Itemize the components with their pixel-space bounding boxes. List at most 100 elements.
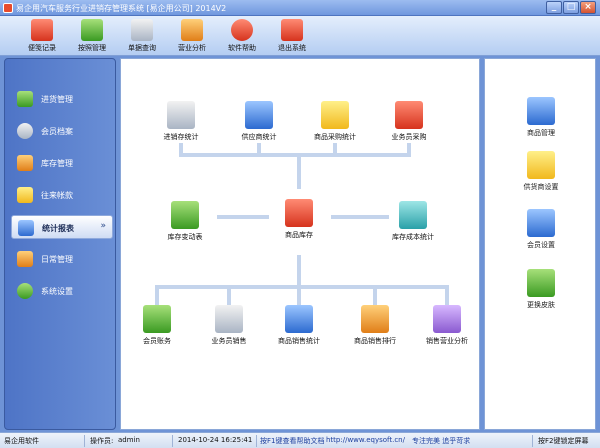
- members-icon: [17, 123, 33, 139]
- toolbar: 便笺记录 按照管理 单据查询 营业分析 软件帮助 退出系统: [0, 16, 600, 56]
- toolbar-analysis-button[interactable]: 营业分析: [172, 19, 212, 55]
- magnifier-icon: [131, 19, 153, 41]
- report-node-label: 库存变动表: [167, 233, 203, 241]
- supplier-settings-icon: [527, 151, 555, 179]
- connector: [179, 143, 183, 157]
- stats-icon: [18, 220, 34, 236]
- product-manage-icon: [527, 97, 555, 125]
- report-node-supplier-stats[interactable]: 供应商统计: [221, 101, 297, 142]
- connector: [297, 157, 301, 189]
- connector: [407, 143, 411, 157]
- quick-item-supplier-settings[interactable]: 供货商设置: [501, 151, 581, 192]
- sales-stat-icon: [285, 305, 313, 333]
- users-icon: [81, 19, 103, 41]
- status-divider: [532, 435, 533, 447]
- sidebar-item-purchase[interactable]: 进货管理: [11, 87, 113, 111]
- report-node-stock-cost[interactable]: 库存成本统计: [375, 201, 451, 242]
- toolbar-notes-button[interactable]: 便笺记录: [22, 19, 62, 55]
- sidebar-item-label: 日常管理: [41, 255, 73, 264]
- sidebar-item-label: 往来帐款: [41, 191, 73, 200]
- report-node-label: 业务员采购: [391, 133, 427, 141]
- toolbar-exit-button[interactable]: 退出系统: [272, 19, 312, 55]
- toolbar-staff-button[interactable]: 按照管理: [72, 19, 112, 55]
- report-node-inventory-stats[interactable]: 进销存统计: [143, 101, 219, 142]
- skin-icon: [527, 269, 555, 297]
- report-node-label: 销售营业分析: [426, 337, 468, 345]
- sidebar-item-settings[interactable]: 系统设置: [11, 279, 113, 303]
- sales-rank-icon: [361, 305, 389, 333]
- bar-chart-icon: [181, 19, 203, 41]
- salesman-icon: [395, 101, 423, 129]
- status-lock-hint: 按F2键锁定屏幕: [538, 437, 589, 445]
- status-bar: 易企用软件 操作员: admin 2014-10-24 16:25:41 按F1…: [0, 432, 600, 448]
- report-node-stock-changes[interactable]: 库存变动表: [147, 201, 223, 242]
- connector: [297, 285, 301, 305]
- report-node-sales-stats[interactable]: 商品销售统计: [261, 305, 337, 346]
- status-divider: [172, 435, 173, 447]
- salesman-sales-icon: [215, 305, 243, 333]
- maximize-button[interactable]: □: [563, 1, 579, 14]
- connector: [297, 255, 301, 285]
- plus-icon: [17, 91, 33, 107]
- star-icon: [17, 155, 33, 171]
- sidebar-item-accounts[interactable]: 往来帐款: [11, 183, 113, 207]
- toolbar-analysis-label: 营业分析: [178, 44, 206, 52]
- toolbar-help-button[interactable]: 软件帮助: [222, 19, 262, 55]
- quick-item-label: 会员设置: [527, 241, 555, 249]
- status-divider: [84, 435, 85, 447]
- connector: [445, 285, 449, 305]
- report-node-label: 商品销售统计: [278, 337, 320, 345]
- boxes-icon: [171, 201, 199, 229]
- sidebar-item-label: 库存管理: [41, 159, 73, 168]
- quick-settings-panel: 商品管理 供货商设置 会员设置 更换皮肤: [484, 58, 596, 430]
- window-title: 易企用汽车服务行业进销存管理系统 [易企用公司] 2014V2: [16, 4, 227, 13]
- toolbar-help-label: 软件帮助: [228, 44, 256, 52]
- sales-analysis-icon: [433, 305, 461, 333]
- sidebar-item-inventory[interactable]: 库存管理: [11, 151, 113, 175]
- report-node-stock[interactable]: 商品库存: [261, 199, 337, 240]
- quick-item-label: 更换皮肤: [527, 301, 555, 309]
- report-diagram-panel: 进销存统计 供应商统计 商品采购统计 业务员采购 库存变动表 商品库存 库存成本…: [120, 58, 480, 430]
- sidebar-item-label: 统计报表: [42, 224, 74, 233]
- quick-item-member-settings[interactable]: 会员设置: [501, 209, 581, 250]
- sidebar-item-label: 系统设置: [41, 287, 73, 296]
- report-node-salesman-sales[interactable]: 业务员销售: [191, 305, 267, 346]
- purchase-chart-icon: [321, 101, 349, 129]
- minimize-button[interactable]: _: [546, 1, 562, 14]
- status-slogan: 专注完美 追乎苛求: [412, 437, 471, 445]
- connector: [227, 285, 231, 305]
- notepad-icon: [31, 19, 53, 41]
- report-node-sales-analysis[interactable]: 销售营业分析: [409, 305, 485, 346]
- status-operator: admin: [118, 436, 140, 444]
- toolbar-query-button[interactable]: 单据查询: [122, 19, 162, 55]
- sidebar-item-reports[interactable]: 统计报表 »: [11, 215, 113, 239]
- status-help-text: 按F1键查看帮助文档: [260, 437, 325, 445]
- connector: [333, 143, 337, 157]
- power-icon: [281, 19, 303, 41]
- sidebar-item-members[interactable]: 会员档案: [11, 119, 113, 143]
- report-node-salesman-purchase[interactable]: 业务员采购: [371, 101, 447, 142]
- toolbar-notes-label: 便笺记录: [28, 44, 56, 52]
- connector: [257, 143, 261, 157]
- member-account-icon: [143, 305, 171, 333]
- quick-item-product-manage[interactable]: 商品管理: [501, 97, 581, 138]
- report-node-label: 业务员销售: [211, 337, 247, 345]
- connector: [155, 285, 159, 305]
- status-app-name: 易企用软件: [4, 437, 39, 445]
- report-node-label: 商品销售排行: [354, 337, 396, 345]
- quick-item-change-skin[interactable]: 更换皮肤: [501, 269, 581, 310]
- report-node-purchase-stats[interactable]: 商品采购统计: [297, 101, 373, 142]
- title-bar: 易企用汽车服务行业进销存管理系统 [易企用公司] 2014V2 _ □ ×: [0, 0, 600, 16]
- status-divider: [256, 435, 257, 447]
- status-website-link[interactable]: http://www.eqysoft.cn/: [326, 436, 405, 444]
- toolbar-exit-label: 退出系统: [278, 44, 306, 52]
- quick-item-label: 供货商设置: [523, 183, 559, 191]
- report-node-member-accounts[interactable]: 会员账务: [119, 305, 195, 346]
- report-node-label: 商品采购统计: [314, 133, 356, 141]
- report-node-label: 库存成本统计: [392, 233, 434, 241]
- sidebar-item-daily[interactable]: 日常管理: [11, 247, 113, 271]
- connector: [373, 285, 377, 305]
- folder-icon: [17, 251, 33, 267]
- close-button[interactable]: ×: [580, 1, 596, 14]
- report-node-sales-ranking[interactable]: 商品销售排行: [337, 305, 413, 346]
